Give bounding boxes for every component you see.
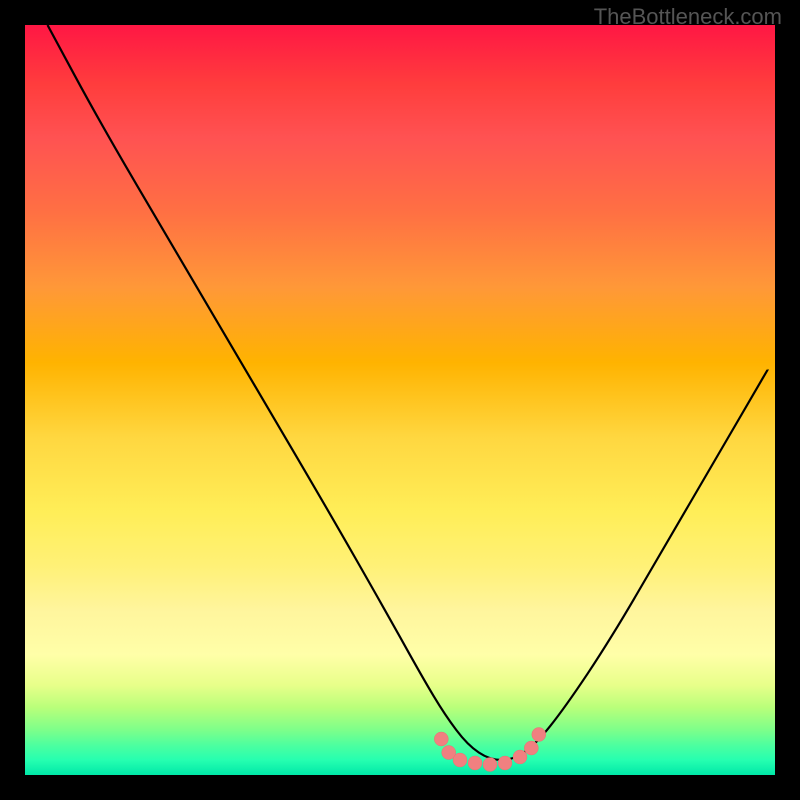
watermark-text: TheBottleneck.com: [594, 4, 782, 30]
plot-area: [25, 25, 775, 775]
valley-marker: [453, 753, 467, 767]
valley-marker: [498, 756, 512, 770]
curve-line: [48, 25, 768, 760]
valley-marker: [468, 756, 482, 770]
valley-marker: [532, 728, 546, 742]
valley-marker: [524, 741, 538, 755]
valley-marker: [434, 732, 448, 746]
valley-marker: [483, 758, 497, 772]
valley-marker: [513, 750, 527, 764]
valley-marker-group: [434, 728, 546, 772]
chart-svg: [25, 25, 775, 775]
